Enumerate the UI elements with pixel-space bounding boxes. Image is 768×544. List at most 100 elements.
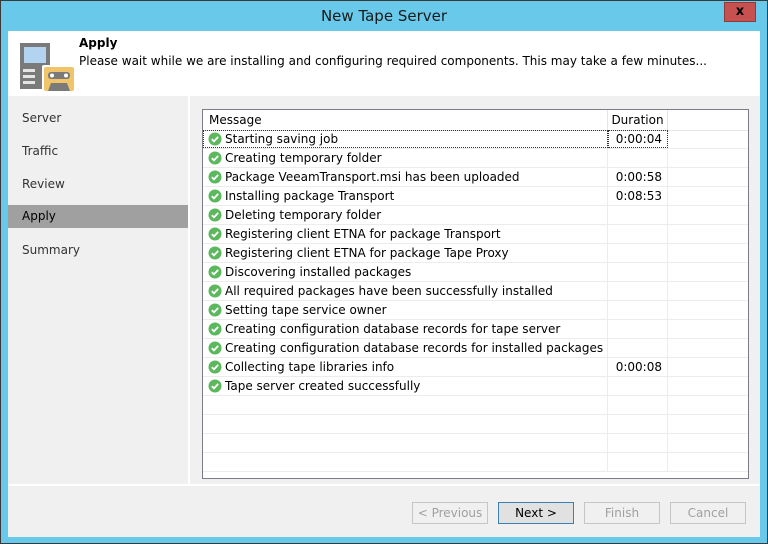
step-title: Apply (79, 36, 118, 50)
message-cell: Registering client ETNA for package Tran… (203, 225, 608, 243)
title-bar: New Tape Server (1, 1, 767, 31)
duration-cell: 0:00:58 (608, 168, 668, 186)
table-row[interactable]: Creating configuration database records … (203, 320, 748, 339)
table-row[interactable]: Setting tape service owner (203, 301, 748, 320)
message-cell (203, 396, 608, 414)
message-cell: Registering client ETNA for package Tape… (203, 244, 608, 262)
duration-cell (608, 396, 668, 414)
success-check-icon (208, 379, 222, 393)
cancel-button[interactable]: Cancel (670, 502, 746, 524)
table-header: Message Duration (203, 110, 748, 131)
table-row[interactable]: All required packages have been successf… (203, 282, 748, 301)
duration-cell (608, 301, 668, 319)
sidebar-item-apply[interactable]: Apply (8, 205, 188, 228)
message-cell: Creating configuration database records … (203, 339, 608, 357)
success-check-icon (208, 151, 222, 165)
previous-button[interactable]: < Previous (412, 502, 488, 524)
step-description: Please wait while we are installing and … (79, 54, 707, 68)
sidebar-item-summary[interactable]: Summary (8, 239, 188, 262)
message-cell (203, 453, 608, 471)
table-row[interactable]: Discovering installed packages (203, 263, 748, 282)
empty-row (203, 434, 748, 453)
message-cell (203, 415, 608, 433)
tape-server-icon (20, 43, 74, 91)
duration-cell: 0:08:53 (608, 187, 668, 205)
success-check-icon (208, 227, 222, 241)
column-header-duration[interactable]: Duration (608, 110, 668, 130)
message-cell: Discovering installed packages (203, 263, 608, 281)
duration-cell (608, 263, 668, 281)
duration-cell (608, 453, 668, 471)
duration-cell (608, 206, 668, 224)
table-row[interactable]: Starting saving job 0:00:04 (203, 130, 748, 149)
success-check-icon (208, 132, 222, 146)
sidebar-item-traffic[interactable]: Traffic (8, 140, 188, 163)
duration-cell: 0:00:04 (608, 130, 668, 148)
duration-cell: 0:00:08 (608, 358, 668, 376)
success-check-icon (208, 170, 222, 184)
message-text: Tape server created successfully (225, 379, 421, 393)
message-cell: Deleting temporary folder (203, 206, 608, 224)
message-cell: Collecting tape libraries info (203, 358, 608, 376)
duration-cell (608, 320, 668, 338)
duration-cell (608, 244, 668, 262)
table-row[interactable]: Registering client ETNA for package Tape… (203, 244, 748, 263)
success-check-icon (208, 246, 222, 260)
message-cell: Setting tape service owner (203, 301, 608, 319)
message-text: Registering client ETNA for package Tran… (225, 227, 501, 241)
message-text: Package VeeamTransport.msi has been uplo… (225, 170, 520, 184)
message-text: Creating configuration database records … (225, 341, 604, 355)
finish-button[interactable]: Finish (584, 502, 660, 524)
success-check-icon (208, 208, 222, 222)
log-table[interactable]: Message Duration Starting saving job 0:00… (202, 109, 749, 479)
success-check-icon (208, 303, 222, 317)
duration-cell (608, 434, 668, 452)
column-header-message[interactable]: Message (203, 110, 608, 130)
step-header: Apply Please wait while we are installin… (8, 31, 760, 96)
wizard-window: New Tape Server x Apply Please wait whil… (0, 0, 768, 544)
success-check-icon (208, 360, 222, 374)
table-row[interactable]: Creating configuration database records … (203, 339, 748, 358)
message-cell: Installing package Transport (203, 187, 608, 205)
duration-cell (608, 225, 668, 243)
close-icon: x (735, 4, 745, 19)
duration-cell (608, 339, 668, 357)
message-text: Creating temporary folder (225, 151, 382, 165)
message-cell: Package VeeamTransport.msi has been uplo… (203, 168, 608, 186)
close-button[interactable]: x (724, 2, 756, 22)
table-row[interactable]: Creating temporary folder (203, 149, 748, 168)
message-text: Collecting tape libraries info (225, 360, 395, 374)
sidebar-item-server[interactable]: Server (8, 107, 188, 130)
empty-row (203, 396, 748, 415)
message-text: Starting saving job (225, 132, 339, 146)
table-row[interactable]: Tape server created successfully (203, 377, 748, 396)
sidebar-item-review[interactable]: Review (8, 173, 188, 196)
duration-cell (608, 282, 668, 300)
table-row[interactable]: Deleting temporary folder (203, 206, 748, 225)
table-row[interactable]: Registering client ETNA for package Tran… (203, 225, 748, 244)
message-cell: All required packages have been successf… (203, 282, 608, 300)
duration-cell (608, 377, 668, 395)
table-row[interactable]: Collecting tape libraries info 0:00:08 (203, 358, 748, 377)
footer-divider (8, 484, 760, 486)
wizard-body: Apply Please wait while we are installin… (8, 31, 760, 537)
message-cell: Creating configuration database records … (203, 320, 608, 338)
message-text: Creating configuration database records … (225, 322, 561, 336)
wizard-steps-sidebar: Server Traffic Review Apply Summary (8, 96, 190, 484)
next-button[interactable]: Next > (498, 502, 574, 524)
table-row[interactable]: Installing package Transport 0:08:53 (203, 187, 748, 206)
success-check-icon (208, 284, 222, 298)
message-cell: Creating temporary folder (203, 149, 608, 167)
content-area: Message Duration Starting saving job 0:00… (190, 96, 760, 484)
duration-cell (608, 415, 668, 433)
message-text: Deleting temporary folder (225, 208, 382, 222)
table-row[interactable]: Package VeeamTransport.msi has been uplo… (203, 168, 748, 187)
message-cell: Tape server created successfully (203, 377, 608, 395)
message-text: Setting tape service owner (225, 303, 387, 317)
message-cell (203, 434, 608, 452)
duration-cell (608, 149, 668, 167)
message-text: Discovering installed packages (225, 265, 412, 279)
empty-row (203, 453, 748, 472)
message-text: Registering client ETNA for package Tape… (225, 246, 509, 260)
empty-row (203, 415, 748, 434)
